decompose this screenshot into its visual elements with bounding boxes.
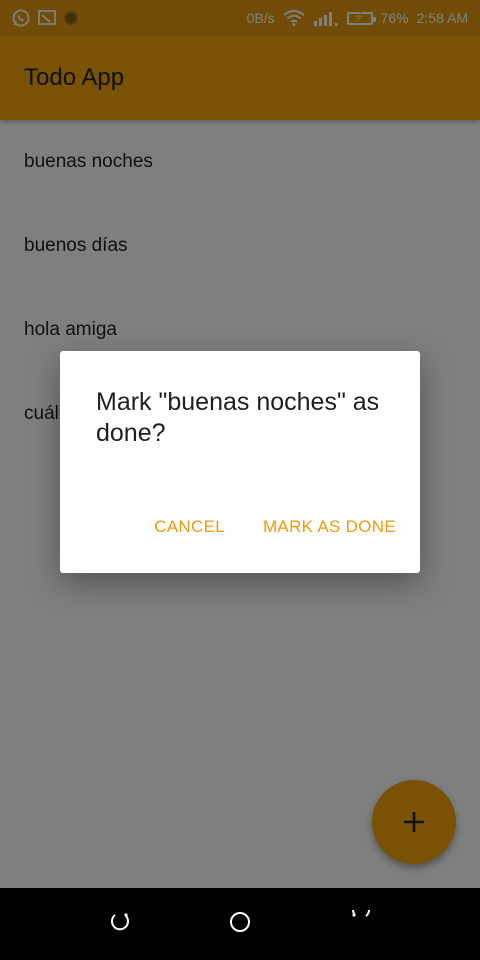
- back-button[interactable]: [100, 904, 140, 944]
- mark-done-dialog: Mark "buenas noches" as done? CANCEL MAR…: [60, 351, 420, 573]
- home-icon: [228, 910, 252, 939]
- home-button[interactable]: [220, 904, 260, 944]
- mark-as-done-button[interactable]: MARK AS DONE: [263, 517, 396, 537]
- cancel-button[interactable]: CANCEL: [154, 517, 225, 537]
- back-icon: [108, 910, 132, 939]
- dialog-actions: CANCEL MARK AS DONE: [154, 517, 396, 537]
- dialog-title: Mark "buenas noches" as done?: [96, 388, 380, 447]
- recents-button[interactable]: [340, 900, 380, 944]
- navigation-bar: [0, 888, 480, 960]
- recents-icon: [348, 900, 372, 939]
